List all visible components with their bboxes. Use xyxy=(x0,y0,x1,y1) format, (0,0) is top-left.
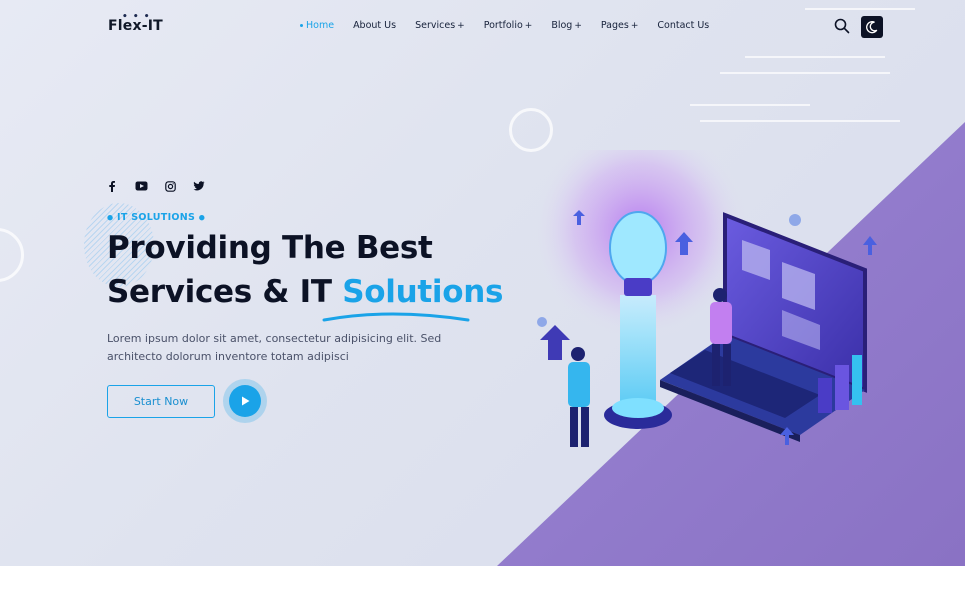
start-now-button[interactable]: Start Now xyxy=(107,385,215,418)
nav-item-about-us[interactable]: About Us xyxy=(353,20,396,31)
it-solutions-illustration xyxy=(530,150,877,447)
play-icon xyxy=(242,396,250,406)
decorative-ring xyxy=(509,108,553,152)
page-bottom-area xyxy=(0,566,965,600)
nav-item-home[interactable]: Home xyxy=(300,20,334,31)
hero-tagline: ● IT SOLUTIONS ● xyxy=(107,212,206,223)
logo-dots: • • • xyxy=(122,12,151,22)
plus-icon: + xyxy=(630,21,639,31)
nav-item-services[interactable]: Services + xyxy=(415,20,465,31)
social-links xyxy=(104,178,207,194)
hero-section: • • • Flex-IT Home About Us Services + Po… xyxy=(0,0,965,566)
hero-headline: Providing The Best Services & IT Solutio… xyxy=(107,226,503,314)
main-nav: Home About Us Services + Portfolio + Blog +… xyxy=(300,20,728,31)
search-button[interactable] xyxy=(833,17,851,35)
logo[interactable]: • • • Flex-IT xyxy=(108,12,163,34)
decorative-stripe xyxy=(690,104,810,106)
decorative-stripe xyxy=(805,8,915,10)
decorative-stripe xyxy=(720,72,890,74)
twitter-icon[interactable] xyxy=(191,178,207,194)
nav-item-blog[interactable]: Blog + xyxy=(551,20,582,31)
decorative-stripe xyxy=(700,120,900,122)
decorative-stripe xyxy=(745,56,885,58)
headline-highlight: Solutions xyxy=(342,274,504,310)
dark-mode-toggle[interactable] xyxy=(861,16,883,38)
headline-line-1: Providing The Best xyxy=(107,230,433,266)
facebook-icon[interactable] xyxy=(104,178,120,194)
hero-description: Lorem ipsum dolor sit amet, consectetur … xyxy=(107,332,442,363)
plus-icon: + xyxy=(524,21,533,31)
plus-icon: + xyxy=(457,21,465,31)
bullet-icon: ● xyxy=(198,213,206,222)
youtube-icon[interactable] xyxy=(133,178,149,194)
bullet-icon: ● xyxy=(107,213,114,222)
nav-item-portfolio[interactable]: Portfolio + xyxy=(484,20,533,31)
video-play-button[interactable] xyxy=(229,385,261,417)
nav-item-contact-us[interactable]: Contact Us xyxy=(657,20,709,31)
moon-icon xyxy=(866,21,878,34)
active-dot-icon xyxy=(300,24,303,27)
plus-icon: + xyxy=(574,21,582,31)
headline-underline-swoosh xyxy=(322,312,470,322)
search-icon xyxy=(834,18,850,34)
nav-item-pages[interactable]: Pages + xyxy=(601,20,639,31)
instagram-icon[interactable] xyxy=(162,178,178,194)
